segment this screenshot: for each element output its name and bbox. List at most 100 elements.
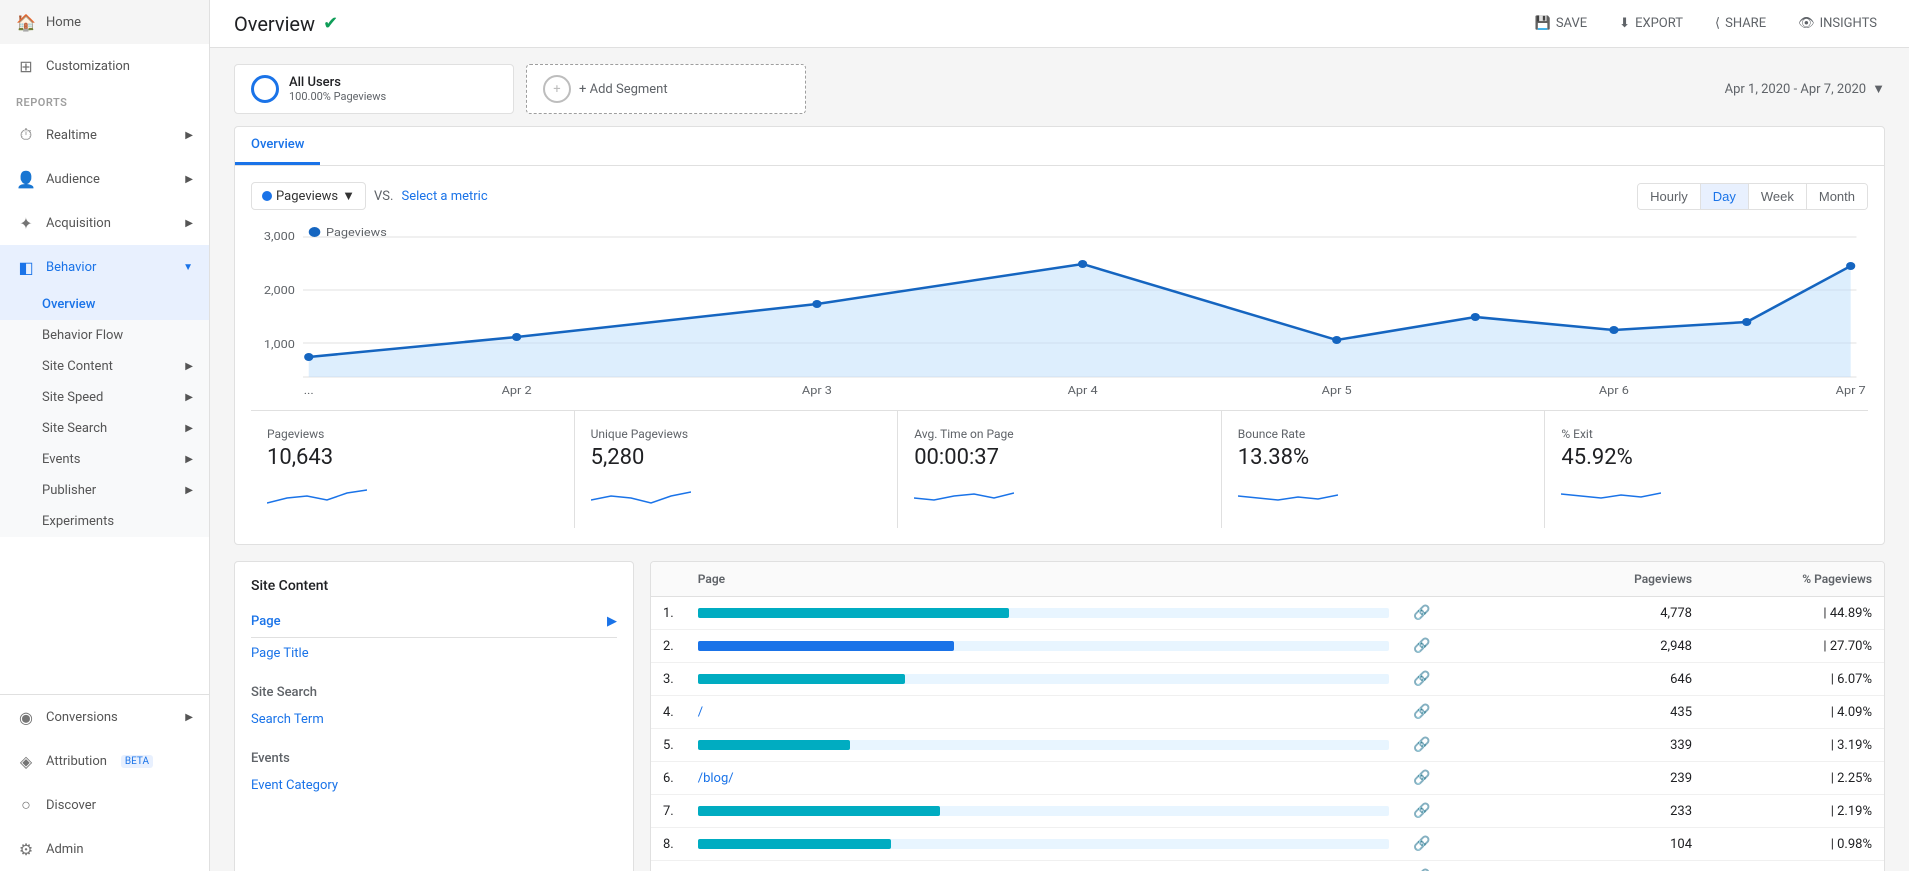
time-btn-hourly[interactable]: Hourly xyxy=(1638,184,1701,209)
external-link-icon: 🔗 xyxy=(1413,836,1430,852)
table-row[interactable]: 5.🔗339| 3.19% xyxy=(651,729,1884,762)
topbar-actions: 💾 SAVE ⬇ EXPORT ⟨ SHARE 👁 INSIGHTS xyxy=(1527,10,1885,37)
external-link-icon: 🔗 xyxy=(1413,704,1430,720)
insights-label: INSIGHTS xyxy=(1820,16,1877,31)
row-pageviews: 91 xyxy=(1442,861,1704,871)
sidebar-item-customization[interactable]: ⊞ Customization xyxy=(0,44,209,88)
svg-text:Apr 6: Apr 6 xyxy=(1599,384,1629,397)
row-link-icon[interactable]: 🔗 xyxy=(1401,630,1442,663)
svg-text:3,000: 3,000 xyxy=(264,230,295,243)
row-link-icon[interactable]: 🔗 xyxy=(1401,861,1442,871)
metric-pct-exit-value: 45.92% xyxy=(1561,445,1852,470)
sidebar-item-behavior-flow[interactable]: Behavior Flow xyxy=(0,320,209,351)
row-link-icon[interactable]: 🔗 xyxy=(1401,828,1442,861)
sidebar-item-site-search[interactable]: Site Search ▶ xyxy=(0,413,209,444)
realtime-icon: ⏱ xyxy=(16,125,36,145)
row-page xyxy=(686,597,1401,630)
metric-unique-pageviews: Unique Pageviews 5,280 xyxy=(575,411,899,528)
sidebar-audience-label: Audience xyxy=(46,172,100,187)
time-btn-month[interactable]: Month xyxy=(1807,184,1867,209)
event-category-link[interactable]: Event Category xyxy=(251,770,617,801)
sidebar-item-events[interactable]: Events ▶ xyxy=(0,444,209,475)
sidebar-site-speed-label: Site Speed xyxy=(42,390,103,405)
sidebar-item-realtime[interactable]: ⏱ Realtime ▶ xyxy=(0,113,209,157)
row-pageviews: 435 xyxy=(1442,696,1704,729)
row-num: 8. xyxy=(651,828,686,861)
row-link-icon[interactable]: 🔗 xyxy=(1401,729,1442,762)
page-title-link[interactable]: Page Title xyxy=(251,638,617,669)
add-segment-button[interactable]: + + Add Segment xyxy=(526,64,806,114)
metric-dropdown[interactable]: Pageviews ▼ xyxy=(251,182,366,210)
col-link xyxy=(1401,562,1442,597)
sidebar-home-label: Home xyxy=(46,15,81,30)
row-num: 9. xyxy=(651,861,686,871)
sidebar-item-site-speed[interactable]: Site Speed ▶ xyxy=(0,382,209,413)
tab-overview[interactable]: Overview xyxy=(235,127,320,165)
external-link-icon: 🔗 xyxy=(1413,638,1430,654)
col-pct-header[interactable]: % Pageviews xyxy=(1704,562,1884,597)
date-range-dropdown-icon: ▼ xyxy=(1872,81,1885,97)
sidebar-item-discover[interactable]: ○ Discover xyxy=(0,783,209,827)
time-btn-week[interactable]: Week xyxy=(1749,184,1807,209)
sidebar-item-home[interactable]: 🏠 Home xyxy=(0,0,209,44)
date-range-picker[interactable]: Apr 1, 2020 - Apr 7, 2020 ▼ xyxy=(1725,81,1885,97)
sidebar-item-overview[interactable]: Overview xyxy=(0,289,209,320)
sidebar-item-conversions[interactable]: ◉ Conversions ▶ xyxy=(0,695,209,739)
metric-label: Pageviews xyxy=(276,189,338,204)
table-header: Page Pageviews % Pageviews xyxy=(651,562,1884,597)
export-button[interactable]: ⬇ EXPORT xyxy=(1611,10,1691,37)
sidebar-item-audience[interactable]: 👤 Audience ▶ xyxy=(0,157,209,201)
sidebar-experiments-label: Experiments xyxy=(42,514,114,529)
col-page-header[interactable]: Page xyxy=(686,562,1401,597)
row-link-icon[interactable]: 🔗 xyxy=(1401,795,1442,828)
segment-all-users[interactable]: All Users 100.00% Pageviews xyxy=(234,64,514,114)
data-table-panel: Page Pageviews % Pageviews 1.🔗4,778| 44.… xyxy=(650,561,1885,871)
row-link-icon[interactable]: 🔗 xyxy=(1401,762,1442,795)
row-num: 3. xyxy=(651,663,686,696)
insights-button[interactable]: 👁 INSIGHTS xyxy=(1790,10,1885,37)
content-area: All Users 100.00% Pageviews + + Add Segm… xyxy=(210,48,1909,871)
col-pageviews-header[interactable]: Pageviews xyxy=(1442,562,1704,597)
sidebar-behavior-label: Behavior xyxy=(46,260,96,275)
row-pct: | 27.70% xyxy=(1704,630,1884,663)
select-metric-link[interactable]: Select a metric xyxy=(401,189,487,204)
time-btn-day[interactable]: Day xyxy=(1701,184,1749,209)
sidebar-item-behavior[interactable]: ◧ Behavior ▼ xyxy=(0,245,209,289)
row-link-icon[interactable]: 🔗 xyxy=(1401,663,1442,696)
table-row[interactable]: 7.🔗233| 2.19% xyxy=(651,795,1884,828)
row-num: 5. xyxy=(651,729,686,762)
table-row[interactable]: 4./🔗435| 4.09% xyxy=(651,696,1884,729)
table-row[interactable]: 3.🔗646| 6.07% xyxy=(651,663,1884,696)
search-term-link[interactable]: Search Term xyxy=(251,704,617,735)
sidebar-item-experiments[interactable]: Experiments xyxy=(0,506,209,537)
page-section-header[interactable]: Page ▶ xyxy=(251,606,617,638)
share-button[interactable]: ⟨ SHARE xyxy=(1707,10,1774,37)
row-link-icon[interactable]: 🔗 xyxy=(1401,597,1442,630)
sidebar-item-site-content[interactable]: Site Content ▶ xyxy=(0,351,209,382)
sidebar-acquisition-label: Acquisition xyxy=(46,216,111,231)
site-search-section: Site Search Search Term xyxy=(251,677,617,735)
row-num: 6. xyxy=(651,762,686,795)
save-button[interactable]: 💾 SAVE xyxy=(1527,10,1596,37)
row-pct: | 2.19% xyxy=(1704,795,1884,828)
table-row[interactable]: 8.🔗104| 0.98% xyxy=(651,828,1884,861)
table-row[interactable]: 2.🔗2,948| 27.70% xyxy=(651,630,1884,663)
row-page xyxy=(686,795,1401,828)
table-row[interactable]: 9.🔗91| 0.86% xyxy=(651,861,1884,871)
metric-dropdown-icon: ▼ xyxy=(342,188,355,204)
share-icon: ⟨ xyxy=(1715,16,1720,31)
sidebar-item-admin[interactable]: ⚙ Admin xyxy=(0,827,209,871)
share-label: SHARE xyxy=(1725,16,1766,31)
sidebar-item-publisher[interactable]: Publisher ▶ xyxy=(0,475,209,506)
site-search-expand-icon: ▶ xyxy=(185,423,193,434)
row-link-icon[interactable]: 🔗 xyxy=(1401,696,1442,729)
table-row[interactable]: 6./blog/🔗239| 2.25% xyxy=(651,762,1884,795)
svg-text:Apr 5: Apr 5 xyxy=(1322,384,1352,397)
sidebar-item-acquisition[interactable]: ✦ Acquisition ▶ xyxy=(0,201,209,245)
table-row[interactable]: 1.🔗4,778| 44.89% xyxy=(651,597,1884,630)
row-pct: | 0.98% xyxy=(1704,828,1884,861)
tab-content: Pageviews ▼ VS. Select a metric Hourly D… xyxy=(235,166,1884,544)
svg-text:Apr 7: Apr 7 xyxy=(1836,384,1866,397)
row-pageviews: 239 xyxy=(1442,762,1704,795)
sidebar-item-attribution[interactable]: ◈ Attribution BETA xyxy=(0,739,209,783)
